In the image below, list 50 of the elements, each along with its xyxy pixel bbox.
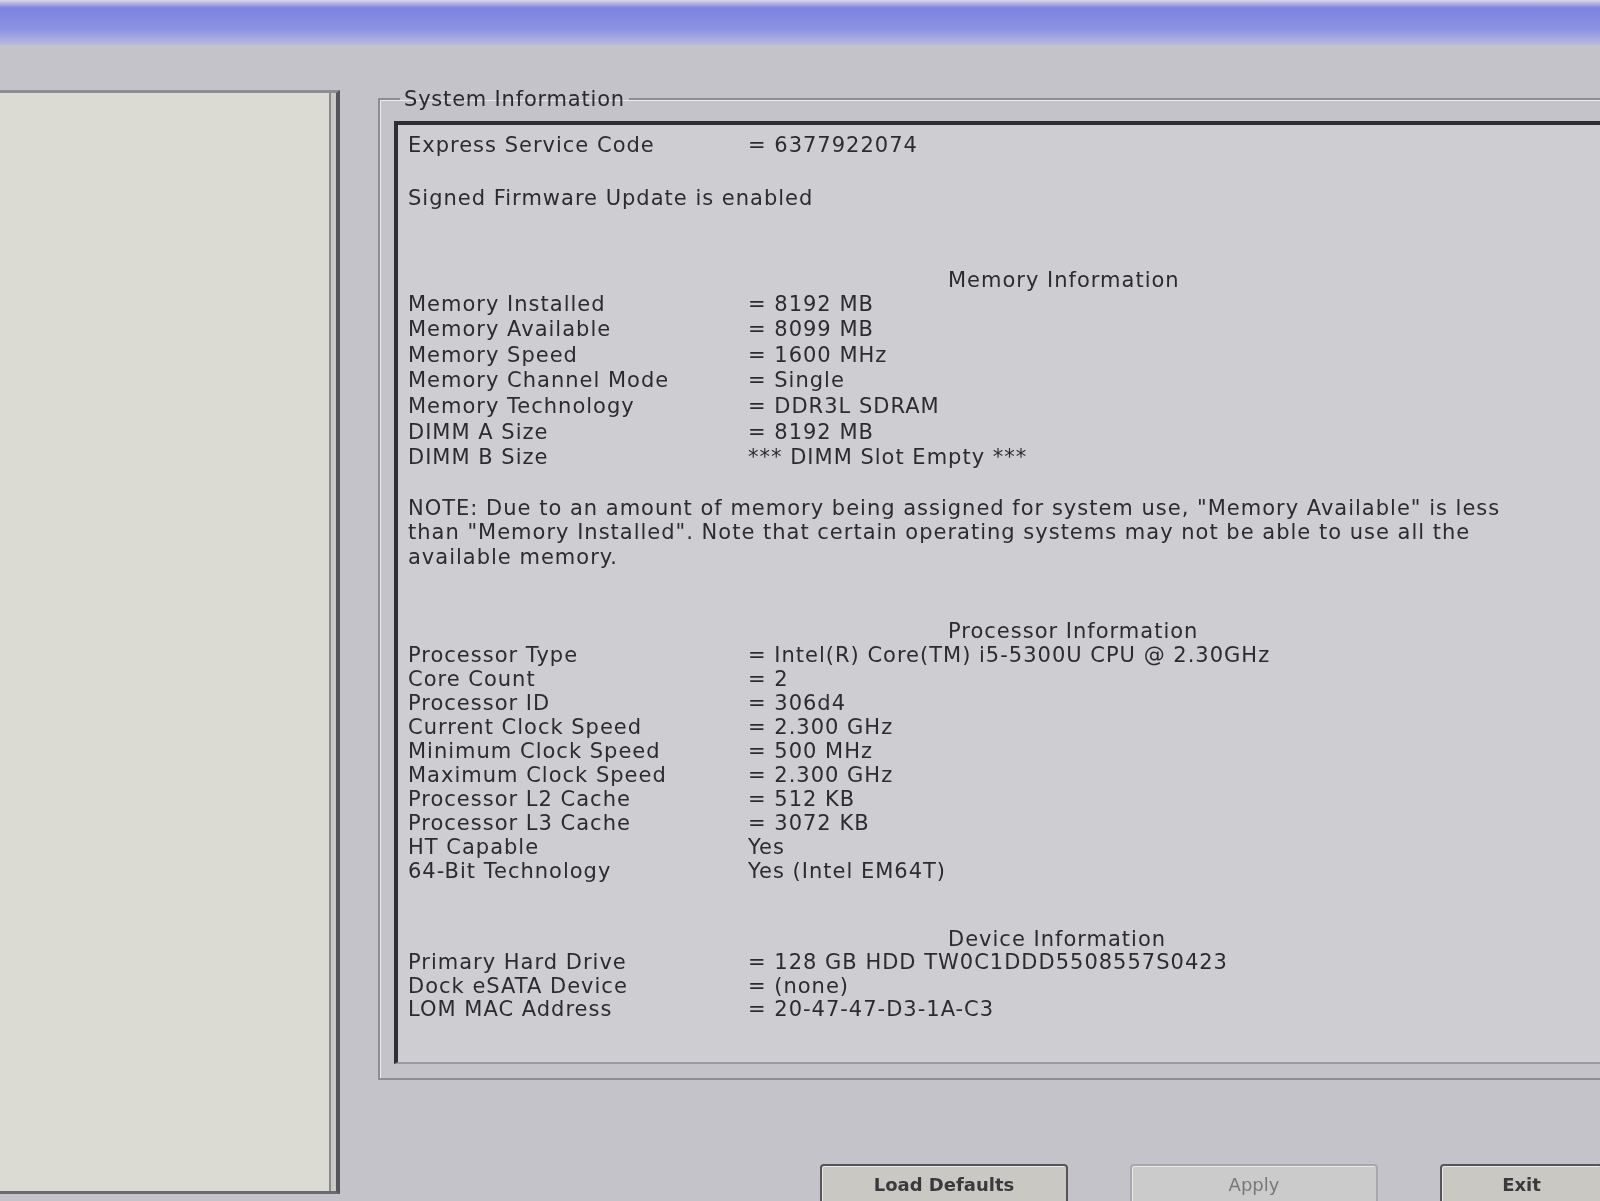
field-label: Processor Type [408,643,580,668]
field-value: = 8099 MB [748,317,874,343]
field-value: = 306d4 [748,691,847,716]
field-label: Primary Hard Drive [408,951,628,975]
action-button[interactable]: Load Defaults [820,1163,1068,1201]
field-value: = 500 MHz [748,739,873,764]
field-value: = 3072 KB [748,811,870,836]
note-text: NOTE: Due to an amount of memory being assigned for system use, "Memory Available" is less than "Memory Installed". Note that certain operating systems may not be able to use all the available memory. [408,495,1502,570]
field-label: Dock eSATA Device [408,974,629,999]
field-value: Yes [748,835,785,860]
field-label: 64-Bit Technology [408,859,613,884]
field-label: Processor L3 Cache [408,811,632,836]
field-value: = 8192 MB [748,291,874,318]
field-value: = Single [748,368,845,394]
field-value: = 6377922074 [748,133,918,159]
field-value: = Intel(R) Core(TM) i5-5300U CPU @ 2.30GHz [748,643,1271,668]
field-value: = 20-47-47-D3-1A-C3 [748,998,995,1022]
field-value: = 2 [748,667,789,692]
firmware-notice: Signed Firmware Update is enabled [408,185,815,210]
field-label: Minimum Clock Speed [408,739,662,764]
section-heading: Device Information [948,927,1167,952]
field-value: = 128 GB HDD TW0C1DDD5508557S0423 [748,951,1228,975]
field-value: = DDR3L SDRAM [748,393,940,420]
field-label: Current Clock Speed [408,715,644,740]
section-heading: Memory Information [948,267,1180,292]
field-label: Memory Installed [408,291,607,318]
group-title: System Information [403,87,626,111]
field-value: = 8192 MB [748,419,874,446]
field-label: DIMM B Size [408,445,550,471]
action-button[interactable]: Exit [1440,1163,1600,1201]
field-label: Processor ID [408,691,552,716]
field-label: Express Service Code [408,133,656,159]
field-value: = (none) [748,974,850,999]
field-label: DIMM A Size [408,419,550,446]
field-label: Maximum Clock Speed [408,763,668,788]
field-value: = 2.300 GHz [748,763,894,788]
field-label: Memory Speed [408,342,579,369]
field-label: Memory Available [408,317,613,343]
field-label: Memory Channel Mode [408,368,671,394]
field-value: = 2.300 GHz [748,715,894,740]
section-heading: Processor Information [948,619,1199,644]
field-value: = 512 KB [748,787,856,812]
field-label: LOM MAC Address [408,998,614,1022]
field-value: *** DIMM Slot Empty *** [748,445,1028,471]
field-label: Core Count [408,667,537,692]
field-value: = 1600 MHz [748,342,888,369]
field-value: Yes (Intel EM64T) [748,859,947,884]
field-label: Processor L2 Cache [408,787,632,812]
field-label: Memory Technology [408,393,636,420]
field-label: HT Capable [408,835,541,860]
